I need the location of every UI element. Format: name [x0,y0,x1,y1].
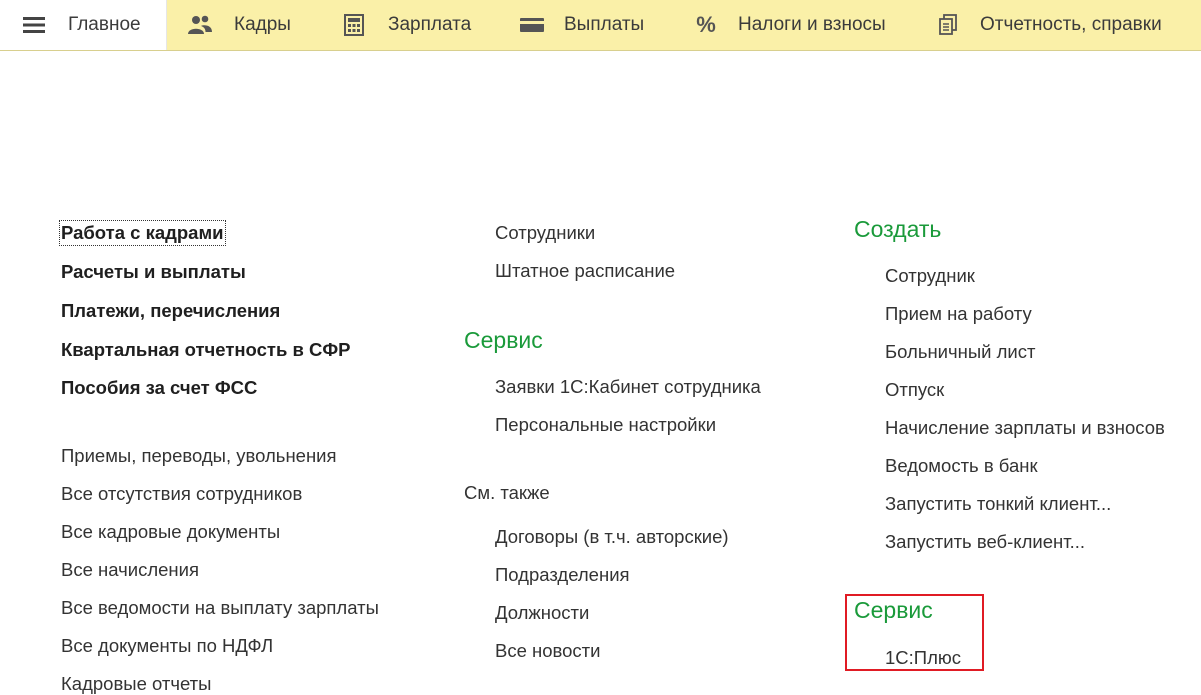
section-title-service: Сервис [464,327,543,353]
calculator-icon [340,13,368,37]
link-staff-schedule[interactable]: Штатное расписание [495,260,675,282]
section-title-see-also: См. также [464,482,550,503]
link-create-hiring[interactable]: Прием на работу [885,303,1032,325]
link-launch-thin-client[interactable]: Запустить тонкий клиент... [885,493,1111,515]
link-fss-benefits[interactable]: Пособия за счет ФСС [61,377,257,399]
link-employees[interactable]: Сотрудники [495,222,595,244]
link-hires-transfers-dismissals[interactable]: Приемы, переводы, увольнения [61,445,337,467]
link-positions[interactable]: Должности [495,602,589,624]
tab-label: Налоги и взносы [738,14,886,35]
link-all-hr-documents[interactable]: Все кадровые документы [61,521,280,543]
link-create-employee[interactable]: Сотрудник [885,265,975,287]
link-departments[interactable]: Подразделения [495,564,630,586]
documents-icon [934,13,962,37]
highlight-frame [845,594,984,671]
link-calculations-payments[interactable]: Расчеты и выплаты [61,261,246,283]
section-panel: Главное Кадры Зарплата Выплаты % Налоги … [0,0,1201,51]
link-employee-cabinet-requests[interactable]: Заявки 1С:Кабинет сотрудника [495,376,761,398]
percent-icon: % [696,12,716,37]
link-all-absences[interactable]: Все отсутствия сотрудников [61,483,302,505]
link-hr-work[interactable]: Работа с кадрами [59,220,226,246]
hamburger-menu-icon [20,13,48,37]
link-quarterly-sfr[interactable]: Квартальная отчетность в СФР [61,339,350,361]
tab-reports[interactable]: Отчетность, справки [934,0,1162,50]
link-all-accruals[interactable]: Все начисления [61,559,199,581]
link-personal-settings[interactable]: Персональные настройки [495,414,716,436]
tab-label: Зарплата [388,14,472,35]
link-create-sick-leave[interactable]: Больничный лист [885,341,1035,363]
link-hr-reports[interactable]: Кадровые отчеты [61,673,211,695]
link-payments-transfers[interactable]: Платежи, перечисления [61,300,280,322]
link-all-news[interactable]: Все новости [495,640,601,662]
link-create-vacation[interactable]: Отпуск [885,379,944,401]
link-launch-web-client[interactable]: Запустить веб-клиент... [885,531,1085,553]
card-icon [518,13,546,37]
link-create-bank-statement[interactable]: Ведомость в банк [885,455,1038,477]
link-create-payroll-accrual[interactable]: Начисление зарплаты и взносов [885,417,1165,439]
link-contracts[interactable]: Договоры (в т.ч. авторские) [495,526,729,548]
tab-main[interactable]: Главное [0,0,167,50]
tab-label: Выплаты [564,14,645,35]
tab-label: Кадры [234,14,291,35]
link-all-payroll-statements[interactable]: Все ведомости на выплату зарплаты [61,597,379,619]
tab-label: Отчетность, справки [980,14,1162,35]
tab-salary[interactable]: Зарплата [340,0,471,50]
section-title-create: Создать [854,216,942,242]
link-all-ndfl-documents[interactable]: Все документы по НДФЛ [61,635,273,657]
tab-taxes[interactable]: % Налоги и взносы [692,0,886,50]
tab-payments[interactable]: Выплаты [518,0,644,50]
tab-hr[interactable]: Кадры [186,0,291,50]
tab-label: Главное [68,14,141,35]
people-icon [186,13,214,37]
